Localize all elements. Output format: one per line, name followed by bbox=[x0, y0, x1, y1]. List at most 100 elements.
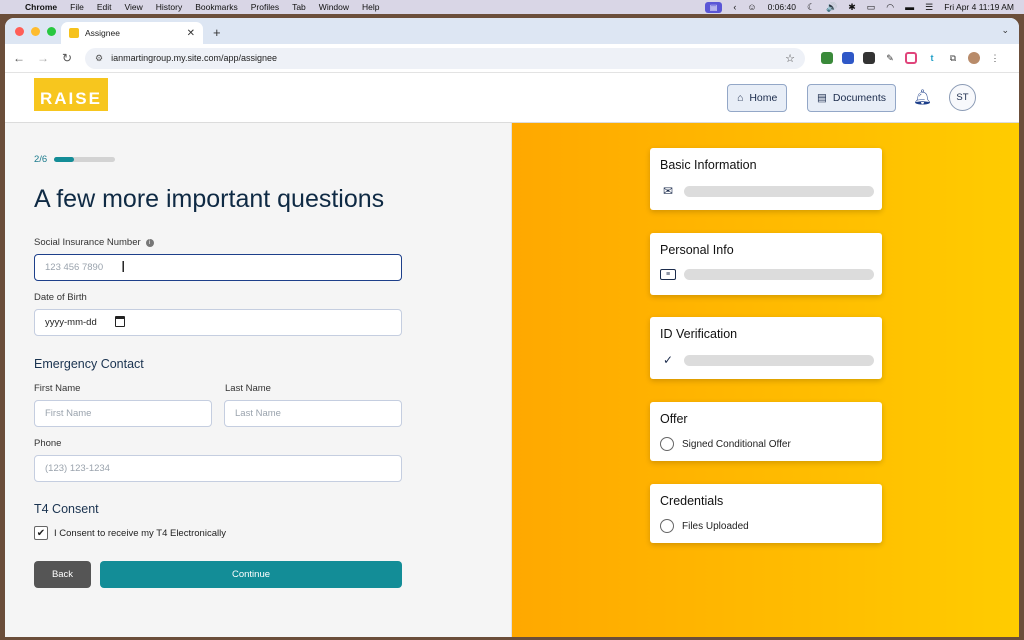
first-name-input[interactable]: First Name bbox=[34, 400, 212, 427]
datetime-text[interactable]: Fri Apr 4 11:19 AM bbox=[944, 2, 1014, 12]
menu-edit[interactable]: Edit bbox=[97, 2, 112, 12]
continue-button[interactable]: Continue bbox=[100, 561, 402, 588]
display-icon[interactable]: ▬ bbox=[905, 0, 914, 14]
moon-icon[interactable]: ☾ bbox=[807, 0, 815, 14]
home-label: Home bbox=[749, 92, 778, 104]
extension-1-icon[interactable] bbox=[821, 52, 833, 64]
battery-icon[interactable]: ▭ bbox=[867, 0, 876, 14]
menu-window[interactable]: Window bbox=[319, 2, 349, 12]
phone-placeholder: (123) 123-1234 bbox=[45, 463, 110, 474]
timer-text[interactable]: 0:06:40 bbox=[768, 2, 796, 12]
menu-file[interactable]: File bbox=[70, 2, 84, 12]
t4-consent-text[interactable]: I Consent to receive my T4 Electronicall… bbox=[54, 528, 226, 539]
dob-input[interactable]: yyyy-mm-dd bbox=[34, 309, 402, 336]
chevron-left-icon[interactable]: ‹ bbox=[733, 0, 736, 14]
back-arrow-icon[interactable]: ← bbox=[13, 51, 25, 65]
close-window-button[interactable] bbox=[15, 27, 24, 36]
placeholder-bar bbox=[684, 185, 874, 197]
menu-profiles[interactable]: Profiles bbox=[251, 2, 279, 12]
card-credentials: Credentials Files Uploaded bbox=[650, 484, 882, 543]
tab-bar: Assignee ✕ + ⌄ bbox=[5, 18, 1019, 44]
card-title: Credentials bbox=[660, 494, 724, 508]
documents-button[interactable]: ▤ Documents bbox=[807, 84, 897, 112]
calendar-icon[interactable] bbox=[115, 316, 125, 327]
notifications-bell-icon[interactable]: 🔔︎ bbox=[913, 88, 932, 106]
last-name-placeholder: Last Name bbox=[235, 408, 281, 419]
tab-search-icon[interactable]: ⌄ bbox=[1001, 25, 1009, 36]
close-tab-icon[interactable]: ✕ bbox=[187, 28, 195, 39]
phone-input[interactable]: (123) 123-1234 bbox=[34, 455, 402, 482]
extension-grid-icon[interactable] bbox=[842, 52, 854, 64]
new-tab-button[interactable]: + bbox=[213, 22, 221, 44]
url-text[interactable]: ianmartingroup.my.site.com/app/assignee bbox=[111, 53, 277, 63]
wifi-icon[interactable]: ◠ bbox=[886, 0, 894, 14]
last-name-input[interactable]: Last Name bbox=[224, 400, 402, 427]
progress-step-text: 2/6 bbox=[34, 154, 48, 165]
card-basic-information: Basic Information ✉ bbox=[650, 148, 882, 210]
info-icon[interactable]: i bbox=[145, 239, 154, 247]
raise-logo[interactable]: RAISE bbox=[34, 78, 108, 111]
extensions-puzzle-icon[interactable]: ⧉ bbox=[947, 52, 959, 64]
documents-label: Documents bbox=[832, 92, 887, 104]
menu-tab[interactable]: Tab bbox=[292, 2, 306, 12]
status-circle-icon bbox=[660, 519, 674, 533]
card-title: ID Verification bbox=[660, 327, 738, 341]
form-pane: 2/6 A few more important questions Socia… bbox=[5, 123, 512, 637]
first-name-placeholder: First Name bbox=[45, 408, 92, 419]
envelope-icon: ✉ bbox=[662, 184, 674, 198]
home-button[interactable]: ⌂ Home bbox=[727, 84, 788, 112]
card-offer: Offer Signed Conditional Offer bbox=[650, 402, 882, 461]
browser-window: Assignee ✕ + ⌄ ← → ↻ ⚙ ianmartingroup.my… bbox=[5, 18, 1019, 637]
extension-t-icon[interactable]: t bbox=[926, 52, 938, 64]
status-pane: Basic Information ✉ Personal Info ≡ ID V… bbox=[512, 123, 1019, 637]
extension-ring-icon[interactable] bbox=[905, 52, 917, 64]
bookmark-star-icon[interactable]: ☆ bbox=[785, 52, 795, 65]
screen-record-icon[interactable]: ▤ bbox=[704, 1, 723, 13]
extension-3-icon[interactable] bbox=[863, 52, 875, 64]
site-settings-icon[interactable]: ⚙ bbox=[95, 53, 103, 64]
last-name-label: Last Name bbox=[225, 383, 271, 394]
user-avatar[interactable]: ST bbox=[949, 84, 976, 111]
chrome-menu-icon[interactable]: ⋮ bbox=[989, 52, 1001, 64]
menu-help[interactable]: Help bbox=[362, 2, 379, 12]
extensions-area: ✎ t ⧉ ⋮ bbox=[821, 52, 1001, 64]
profile-avatar-icon[interactable] bbox=[968, 52, 980, 64]
sin-input[interactable]: 123 456 7890 bbox=[34, 254, 402, 281]
card-personal-info: Personal Info ≡ bbox=[650, 233, 882, 295]
menu-bookmarks[interactable]: Bookmarks bbox=[195, 2, 238, 12]
browser-toolbar: ← → ↻ ⚙ ianmartingroup.my.site.com/app/a… bbox=[5, 44, 1019, 73]
sin-label: Social Insurance Number i bbox=[34, 237, 154, 248]
minimize-window-button[interactable] bbox=[31, 27, 40, 36]
dob-label: Date of Birth bbox=[34, 292, 87, 303]
volume-icon[interactable]: 🔊 bbox=[826, 0, 837, 14]
first-name-label: First Name bbox=[34, 383, 81, 394]
menu-history[interactable]: History bbox=[156, 2, 182, 12]
extension-pen-icon[interactable]: ✎ bbox=[884, 52, 896, 64]
t4-consent-checkbox[interactable]: ✔ bbox=[34, 526, 48, 540]
forward-arrow-icon[interactable]: → bbox=[37, 51, 49, 65]
zoom-window-button[interactable] bbox=[47, 27, 56, 36]
browser-tab[interactable]: Assignee ✕ bbox=[61, 22, 203, 44]
reload-icon[interactable]: ↻ bbox=[61, 51, 73, 65]
back-button[interactable]: Back bbox=[34, 561, 91, 588]
card-row: Signed Conditional Offer bbox=[660, 437, 791, 451]
face-icon[interactable]: ☺ bbox=[747, 0, 756, 14]
progress-bar-fill bbox=[54, 157, 75, 162]
offer-item-label: Signed Conditional Offer bbox=[682, 438, 791, 450]
menu-view[interactable]: View bbox=[124, 2, 142, 12]
phone-label: Phone bbox=[34, 438, 62, 449]
card-title: Personal Info bbox=[660, 243, 734, 257]
window-controls bbox=[15, 27, 56, 36]
dob-placeholder: yyyy-mm-dd bbox=[45, 317, 97, 328]
bluetooth-icon[interactable]: ✱ bbox=[848, 0, 856, 14]
emergency-contact-title: Emergency Contact bbox=[34, 357, 144, 371]
home-icon: ⌂ bbox=[737, 92, 744, 104]
card-row: Files Uploaded bbox=[660, 519, 749, 533]
address-bar[interactable]: ⚙ ianmartingroup.my.site.com/app/assigne… bbox=[85, 47, 805, 69]
main-content: 2/6 A few more important questions Socia… bbox=[5, 123, 1019, 637]
control-center-icon[interactable]: ☰ bbox=[925, 0, 933, 14]
card-title: Basic Information bbox=[660, 158, 757, 172]
menu-chrome[interactable]: Chrome bbox=[25, 2, 57, 12]
sin-placeholder: 123 456 7890 bbox=[45, 262, 104, 273]
placeholder-bar bbox=[684, 354, 874, 366]
